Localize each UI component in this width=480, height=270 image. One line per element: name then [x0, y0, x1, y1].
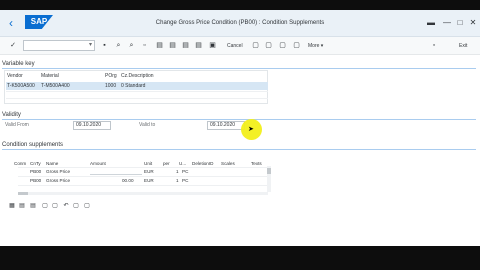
more-label[interactable]: More [308, 43, 319, 49]
find-icon[interactable]: ⌕ [115, 41, 122, 51]
mouse-pointer-icon: ➤ [248, 126, 254, 133]
flag-icon[interactable]: ▬ [426, 18, 436, 28]
column-header[interactable]: Scales [221, 160, 235, 167]
section-title-condition-supplements: Condition supplements [2, 142, 64, 148]
insert-row-icon[interactable]: ▢ [42, 203, 48, 209]
uom-cell[interactable]: PC [182, 167, 188, 176]
deselect-all-icon[interactable]: ▤ [30, 203, 36, 209]
divider [2, 68, 476, 69]
pricing-report-icon[interactable]: ▢ [265, 41, 272, 51]
sap-logo: SAP [25, 15, 53, 29]
previous-page-icon[interactable]: ▤ [169, 41, 176, 51]
toolbar: ✓ ▾ ▪ ⌕ ⌕ ▫ ▤ ▤ ▤ ▤ ▣ Cancel ▢ ▢ ▢ ▢ Mor… [0, 37, 480, 55]
next-page-icon[interactable]: ▤ [182, 41, 189, 51]
execute-icon[interactable]: ▢ [252, 41, 259, 51]
condition-supplements-table: Conm CnTy Name Amount Unit per U... Dele… [4, 160, 272, 196]
column-header[interactable]: Name [46, 160, 58, 167]
column-header[interactable]: Cz.Description [121, 73, 154, 80]
divider [2, 119, 476, 120]
video-letterbox [0, 246, 480, 270]
table-settings-icon[interactable]: ▦ [9, 203, 15, 209]
horizontal-scrollbar[interactable] [18, 192, 268, 195]
last-page-icon[interactable]: ▤ [195, 41, 202, 51]
column-header[interactable]: Vendor [7, 73, 23, 80]
column-header[interactable]: Material [41, 73, 59, 80]
display-toggle-icon[interactable]: ▢ [293, 41, 300, 51]
check-icon[interactable]: ✓ [9, 41, 17, 51]
column-header[interactable]: Amount [90, 160, 106, 167]
back-arrow-icon[interactable]: ‹ [9, 17, 21, 29]
material-cell[interactable]: T-M500A400 [41, 82, 70, 90]
variable-key-table: Vendor Material POrg Cz.Description T-K5… [4, 70, 268, 104]
name-cell[interactable]: Gross Price [46, 176, 70, 185]
vendor-cell[interactable]: T-K500A500 [7, 82, 35, 90]
valid-from-label: Valid From [5, 122, 29, 128]
per-cell[interactable]: 1 [176, 176, 179, 185]
amount-input[interactable] [90, 168, 142, 175]
find-next-icon[interactable]: ⌕ [128, 41, 135, 51]
condition-type-cell[interactable]: PB00 [30, 176, 41, 185]
column-header[interactable]: POrg [105, 73, 117, 80]
column-header[interactable]: CnTy [30, 160, 41, 167]
scrollbar-thumb[interactable] [18, 192, 28, 195]
amount-cell[interactable]: 00.00 [122, 176, 134, 185]
undo-icon[interactable]: ↶ [63, 203, 69, 209]
column-header[interactable]: Unit [144, 160, 152, 167]
close-icon[interactable]: ✕ [468, 18, 478, 28]
maximize-icon[interactable]: □ [455, 18, 465, 28]
divider [2, 149, 476, 150]
copy-icon[interactable]: ▣ [209, 41, 216, 51]
minimize-icon[interactable]: — [442, 18, 452, 28]
exit-button[interactable]: Exit [459, 41, 467, 51]
other-condition-icon[interactable]: ▢ [279, 41, 286, 51]
details-icon[interactable]: ▢ [73, 203, 79, 209]
info-icon[interactable]: ▫ [141, 41, 148, 51]
uom-cell[interactable]: PC [182, 176, 188, 185]
overview-icon[interactable]: ▫ [430, 41, 438, 51]
condition-type-cell[interactable]: PB00 [30, 167, 41, 176]
empty-row [6, 98, 268, 105]
chevron-down-icon[interactable]: ▾ [89, 41, 92, 50]
delete-row-icon[interactable]: ▢ [52, 203, 58, 209]
window-title: Change Gross Price Condition (PB00) : Co… [155, 20, 325, 26]
unit-cell[interactable]: EUR [144, 167, 154, 176]
scrollbar-thumb[interactable] [267, 168, 271, 174]
porg-cell[interactable]: 1000 [105, 82, 116, 90]
column-header[interactable]: Texts [251, 160, 262, 167]
valid-to-field[interactable]: 09.10.2020 [207, 121, 245, 130]
command-field[interactable]: ▾ [23, 40, 95, 51]
more-button[interactable]: More ▾ [308, 41, 323, 51]
empty-row [6, 91, 268, 98]
name-cell[interactable]: Gross Price [46, 167, 70, 176]
first-page-icon[interactable]: ▤ [156, 41, 163, 51]
save-icon[interactable]: ▪ [101, 41, 108, 51]
valid-from-field[interactable]: 09.10.2020 [73, 121, 111, 130]
section-title-variable-key: Variable key [2, 61, 35, 67]
column-header[interactable]: DeletionID [192, 160, 213, 167]
copy-row-icon[interactable]: ▢ [84, 203, 90, 209]
screen: ‹ SAP Change Gross Price Condition (PB00… [0, 0, 480, 270]
column-header[interactable]: U... [179, 160, 186, 167]
chevron-down-icon[interactable]: ▾ [321, 43, 324, 49]
column-header[interactable]: Conm [14, 160, 26, 167]
sap-window: ‹ SAP Change Gross Price Condition (PB00… [0, 10, 480, 246]
description-cell[interactable]: 0 Standard [121, 82, 145, 90]
section-title-validity: Validity [2, 112, 21, 118]
unit-cell[interactable]: EUR [144, 176, 154, 185]
column-header[interactable]: per [163, 160, 170, 167]
vertical-scrollbar[interactable] [267, 166, 271, 192]
title-bar: ‹ SAP Change Gross Price Condition (PB00… [0, 10, 480, 37]
per-cell[interactable]: 1 [176, 167, 179, 176]
select-all-icon[interactable]: ▤ [19, 203, 25, 209]
valid-to-label: Valid to [139, 122, 156, 128]
cancel-button[interactable]: Cancel [227, 41, 243, 51]
